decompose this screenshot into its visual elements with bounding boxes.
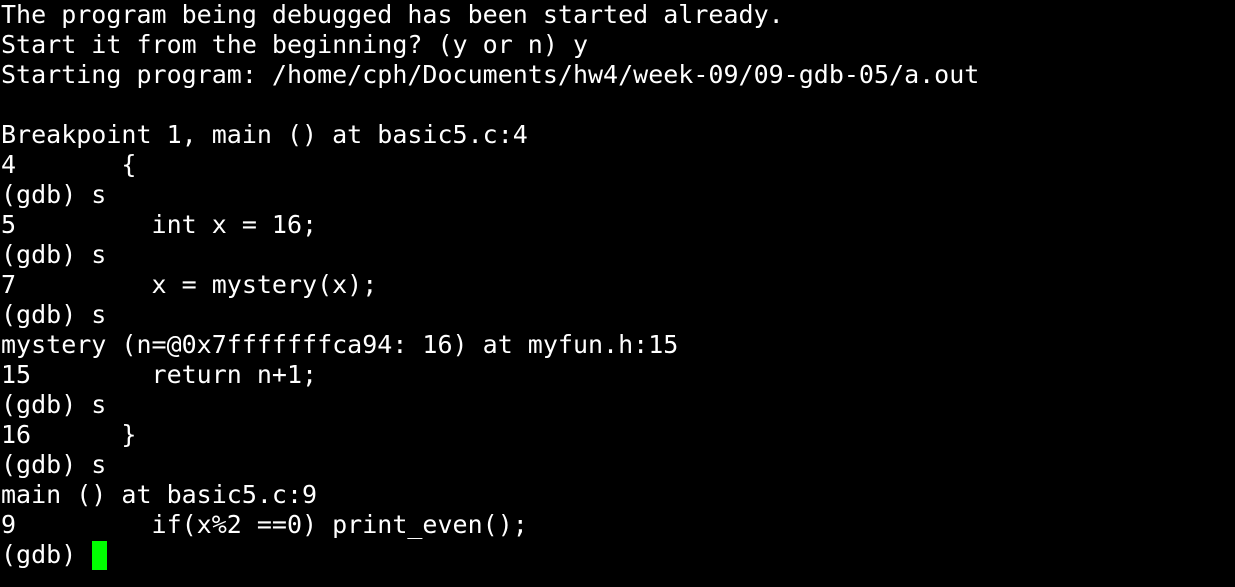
- terminal-line: main () at basic5.c:9: [1, 480, 318, 509]
- terminal-line: (gdb) s: [1, 180, 107, 209]
- terminal-line: Breakpoint 1, main () at basic5.c:4: [1, 120, 528, 149]
- terminal-line: (gdb) s: [1, 390, 107, 419]
- terminal-line: The program being debugged has been star…: [1, 0, 784, 29]
- terminal-window[interactable]: The program being debugged has been star…: [0, 0, 1235, 587]
- terminal-line: 9 if(x%2 ==0) print_even();: [1, 510, 528, 539]
- terminal-line: (gdb) s: [1, 450, 107, 479]
- terminal-line: 4 {: [1, 150, 137, 179]
- terminal-prompt-line[interactable]: (gdb): [0, 540, 1235, 570]
- terminal-line: 7 x = mystery(x);: [1, 270, 378, 299]
- terminal-line: 5 int x = 16;: [1, 210, 318, 239]
- terminal-line: Start it from the beginning? (y or n) y: [1, 30, 588, 59]
- terminal-line: mystery (n=@0x7fffffffca94: 16) at myfun…: [1, 330, 679, 359]
- gdb-prompt: (gdb): [1, 540, 92, 569]
- terminal-line: 16 }: [1, 420, 137, 449]
- text-cursor: [92, 541, 108, 570]
- terminal-line: (gdb) s: [1, 240, 107, 269]
- terminal-line: Starting program: /home/cph/Documents/hw…: [1, 60, 980, 89]
- terminal-line: 15 return n+1;: [1, 360, 318, 389]
- terminal-line: (gdb) s: [1, 300, 107, 329]
